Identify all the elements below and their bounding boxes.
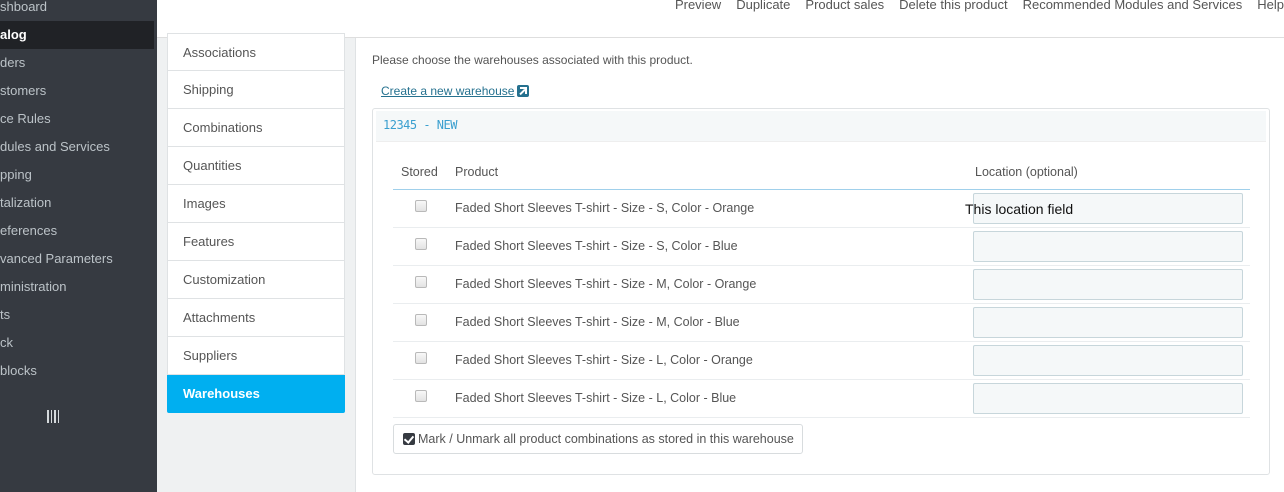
- warehouse-table: Stored Product Location (optional) Faded…: [393, 158, 1250, 418]
- nav-item-price-rules[interactable]: ce Rules: [0, 105, 157, 133]
- table-row: Faded Short Sleeves T-shirt - Size - L, …: [393, 342, 1250, 380]
- location-input[interactable]: [973, 307, 1243, 338]
- tab-customization[interactable]: Customization: [167, 261, 345, 299]
- stored-checkbox[interactable]: [415, 238, 427, 250]
- warehouse-panel: 12345 - NEW Stored Product Location (opt…: [372, 108, 1270, 475]
- recommended-modules-link[interactable]: Recommended Modules and Services: [1023, 0, 1243, 12]
- mark-all-button[interactable]: Mark / Unmark all product combinations a…: [393, 424, 803, 454]
- help-link[interactable]: Help: [1257, 0, 1284, 12]
- nav-item-customers[interactable]: stomers: [0, 77, 157, 105]
- product-name: Faded Short Sleeves T-shirt - Size - M, …: [455, 277, 757, 291]
- main-navigation: shboard alog ders stomers ce Rules dules…: [0, 0, 157, 492]
- intro-text: Please choose the warehouses associated …: [372, 53, 693, 67]
- tab-images[interactable]: Images: [167, 185, 345, 223]
- nav-item-administration[interactable]: ministration: [0, 273, 157, 301]
- nav-item-preferences[interactable]: eferences: [0, 217, 157, 245]
- location-input[interactable]: This location field: [965, 193, 1243, 224]
- nav-item-modules[interactable]: dules and Services: [0, 133, 157, 161]
- create-warehouse-link[interactable]: Create a new warehouse: [381, 84, 530, 98]
- location-input[interactable]: [973, 383, 1243, 414]
- nav-item-localization[interactable]: talization: [0, 189, 157, 217]
- tab-associations[interactable]: Associations: [167, 33, 345, 71]
- collapse-menu-icon[interactable]: [47, 410, 59, 423]
- tab-quantities[interactable]: Quantities: [167, 147, 345, 185]
- nav-item-orders[interactable]: ders: [0, 49, 157, 77]
- stored-checkbox[interactable]: [415, 200, 427, 212]
- nav-item-stats[interactable]: ts: [0, 301, 157, 329]
- location-input[interactable]: [973, 345, 1243, 376]
- mark-all-label: Mark / Unmark all product combinations a…: [418, 432, 794, 446]
- product-name: Faded Short Sleeves T-shirt - Size - L, …: [455, 391, 737, 405]
- location-input[interactable]: [973, 231, 1243, 262]
- create-warehouse-label: Create a new warehouse: [381, 84, 515, 98]
- table-header: Stored Product Location (optional): [393, 158, 1250, 190]
- nav-item-dashboard[interactable]: shboard: [0, 0, 157, 21]
- product-sales-link[interactable]: Product sales: [805, 0, 884, 12]
- tab-attachments[interactable]: Attachments: [167, 299, 345, 337]
- warehouse-panel-header: 12345 - NEW: [376, 111, 1266, 142]
- preview-link[interactable]: Preview: [675, 0, 721, 12]
- product-name: Faded Short Sleeves T-shirt - Size - L, …: [455, 353, 753, 367]
- warehouses-content: Please choose the warehouses associated …: [355, 38, 1284, 492]
- table-row: Faded Short Sleeves T-shirt - Size - S, …: [393, 190, 1250, 228]
- stored-checkbox[interactable]: [415, 314, 427, 326]
- delete-product-link[interactable]: Delete this product: [899, 0, 1007, 12]
- table-row: Faded Short Sleeves T-shirt - Size - L, …: [393, 380, 1250, 418]
- nav-item-shipping[interactable]: pping: [0, 161, 157, 189]
- product-name: Faded Short Sleeves T-shirt - Size - S, …: [455, 239, 738, 253]
- stored-checkbox[interactable]: [415, 276, 427, 288]
- warehouse-title: 12345 - NEW: [383, 118, 457, 132]
- location-input[interactable]: [973, 269, 1243, 300]
- table-row: Faded Short Sleeves T-shirt - Size - M, …: [393, 266, 1250, 304]
- product-name: Faded Short Sleeves T-shirt - Size - M, …: [455, 315, 740, 329]
- header-product: Product: [455, 165, 499, 179]
- tab-suppliers[interactable]: Suppliers: [167, 337, 345, 375]
- nav-item-advanced-parameters[interactable]: vanced Parameters: [0, 245, 157, 273]
- table-row: Faded Short Sleeves T-shirt - Size - M, …: [393, 304, 1250, 342]
- stored-checkbox[interactable]: [415, 390, 427, 402]
- nav-item-weblocks[interactable]: blocks: [0, 357, 157, 385]
- header-location: Location (optional): [975, 165, 1078, 179]
- tab-features[interactable]: Features: [167, 223, 345, 261]
- tab-combinations[interactable]: Combinations: [167, 109, 345, 147]
- stored-checkbox[interactable]: [415, 352, 427, 364]
- table-row: Faded Short Sleeves T-shirt - Size - S, …: [393, 228, 1250, 266]
- header-stored: Stored: [401, 165, 438, 179]
- nav-item-catalog[interactable]: alog: [0, 21, 154, 49]
- location-field-annotation: This location field: [965, 201, 1074, 217]
- tab-warehouses[interactable]: Warehouses: [167, 375, 345, 413]
- check-square-icon: [403, 433, 415, 445]
- duplicate-link[interactable]: Duplicate: [736, 0, 790, 12]
- product-tabs: Associations Shipping Combinations Quant…: [167, 33, 345, 413]
- tab-shipping[interactable]: Shipping: [167, 71, 345, 109]
- nav-item-stock[interactable]: ck: [0, 329, 157, 357]
- product-name: Faded Short Sleeves T-shirt - Size - S, …: [455, 201, 755, 215]
- external-link-icon: [517, 85, 530, 97]
